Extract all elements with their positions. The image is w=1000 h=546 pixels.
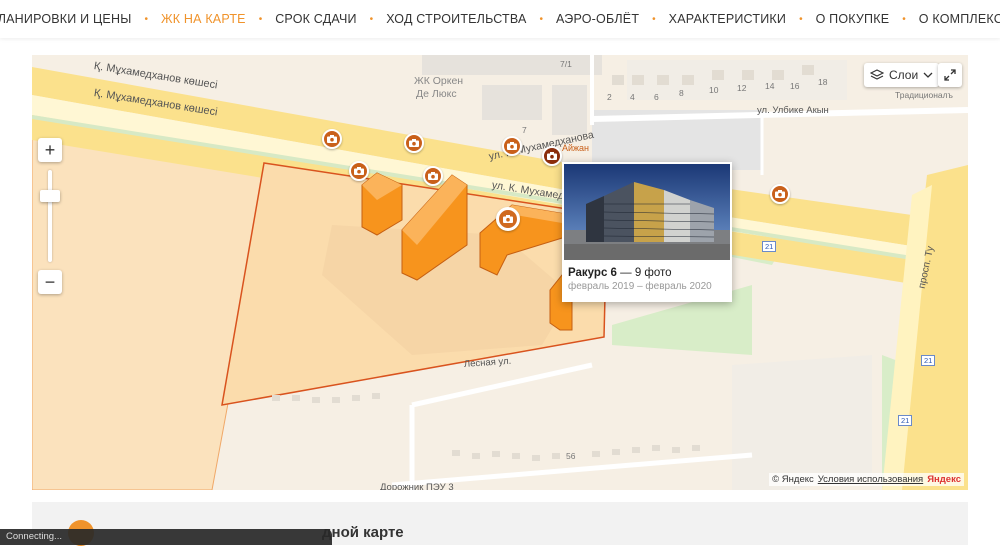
camera-marker[interactable] xyxy=(542,146,562,166)
fullscreen-icon xyxy=(944,69,956,81)
nav-item-specs[interactable]: ХАРАКТЕРИСТИКИ xyxy=(669,12,786,26)
house-number: 8 xyxy=(679,88,684,98)
popup-dates: февраль 2019 – февраль 2020 xyxy=(568,281,712,292)
place-label: ЖК Оркен xyxy=(414,75,464,87)
camera-icon xyxy=(409,139,419,147)
zoom-slider-handle[interactable] xyxy=(40,190,60,202)
nav-item-about[interactable]: О КОМПЛЕКСЕ xyxy=(919,12,1000,26)
nav-item-map[interactable]: ЖК НА КАРТЕ xyxy=(161,12,246,26)
house-number: 4 xyxy=(630,92,635,102)
layers-button[interactable]: Слои xyxy=(864,63,940,87)
browser-status-bar: Connecting... xyxy=(0,529,332,545)
house-number: 7 xyxy=(522,125,527,135)
section-heading: дной карте xyxy=(322,524,404,541)
camera-icon xyxy=(503,215,513,223)
place-label: Айжан xyxy=(562,143,590,153)
terms-link[interactable]: Условия использования xyxy=(818,474,923,485)
nav-item-plans[interactable]: ПЛАНИРОВКИ И ЦЕНЫ xyxy=(0,12,131,26)
map-attribution: © Яндекс Условия использования Яндекс xyxy=(769,473,964,486)
nav-separator: • xyxy=(652,13,656,25)
nav-separator: • xyxy=(539,13,544,25)
layers-label: Слои xyxy=(889,68,919,82)
building-photo-image xyxy=(564,164,730,260)
nav-item-purchase[interactable]: О ПОКУПКЕ xyxy=(816,12,890,26)
camera-icon xyxy=(547,152,557,160)
yandex-logo[interactable]: Яндекс xyxy=(927,474,961,485)
house-number: 6 xyxy=(654,92,659,102)
camera-marker[interactable] xyxy=(404,133,424,153)
house-number: 12 xyxy=(737,83,747,93)
camera-icon xyxy=(507,142,517,150)
street-label: ул. Улбике Акын xyxy=(757,105,829,116)
camera-icon xyxy=(354,167,364,175)
road-number-badge: 21 xyxy=(762,241,777,252)
popup-photo-count: — 9 фото xyxy=(620,267,672,279)
popup-title-name: Ракурс 6 xyxy=(568,267,617,279)
nav-item-progress[interactable]: ХОД СТРОИТЕЛЬСТВА xyxy=(386,12,526,26)
house-number: 56 xyxy=(566,451,576,461)
camera-marker[interactable] xyxy=(770,184,790,204)
camera-marker[interactable] xyxy=(322,129,342,149)
fullscreen-button[interactable] xyxy=(938,63,962,87)
house-number: 2 xyxy=(607,92,612,102)
popup-photo[interactable] xyxy=(564,164,730,260)
zoom-in-button[interactable]: + xyxy=(38,138,62,162)
copyright-text: © Яндекс xyxy=(772,474,814,485)
camera-icon xyxy=(775,190,785,198)
nav-separator: • xyxy=(902,13,906,25)
house-number: 10 xyxy=(709,85,719,95)
layers-icon xyxy=(870,69,884,80)
place-label: Де Люкс xyxy=(416,88,457,100)
zoom-out-button[interactable]: − xyxy=(38,270,62,294)
nav-item-deadline[interactable]: СРОК СДАЧИ xyxy=(275,12,356,26)
house-number: 18 xyxy=(818,77,828,87)
photo-popup[interactable]: Ракурс 6 — 9 фото февраль 2019 – февраль… xyxy=(562,162,732,302)
camera-icon xyxy=(428,172,438,180)
zoom-slider[interactable] xyxy=(40,170,60,262)
nav-item-aero[interactable]: АЭРО-ОБЛЁТ xyxy=(556,12,639,26)
zoom-out-icon: − xyxy=(44,271,56,292)
place-label: Традиционалъ xyxy=(895,90,953,100)
map-canvas[interactable]: Қ. Мұхамедханов көшесі Қ. Мұхамедханов к… xyxy=(32,55,968,490)
nav-separator: • xyxy=(799,13,803,25)
camera-marker[interactable] xyxy=(502,136,522,156)
road-number-badge: 21 xyxy=(921,355,936,366)
zoom-in-icon: + xyxy=(44,139,56,160)
camera-marker[interactable] xyxy=(349,161,369,181)
top-navigation: ПЛАНИРОВКИ И ЦЕНЫ • ЖК НА КАРТЕ • СРОК С… xyxy=(0,0,1000,38)
house-number: 7/1 xyxy=(560,59,572,69)
nav-separator: • xyxy=(369,13,374,25)
nav-separator: • xyxy=(258,13,263,25)
camera-marker[interactable] xyxy=(423,166,443,186)
house-number: 16 xyxy=(790,81,800,91)
street-label: Дорожник ПЭУ 3 xyxy=(380,482,454,490)
camera-marker-selected[interactable] xyxy=(496,207,520,231)
popup-title: Ракурс 6 — 9 фото xyxy=(562,262,732,279)
house-number: 14 xyxy=(765,81,775,91)
chevron-down-icon xyxy=(923,72,933,78)
zoom-control: + − xyxy=(38,138,62,294)
nav-separator: • xyxy=(144,13,148,25)
camera-icon xyxy=(327,135,337,143)
map-base-layer xyxy=(32,55,968,490)
road-number-badge: 21 xyxy=(898,415,913,426)
